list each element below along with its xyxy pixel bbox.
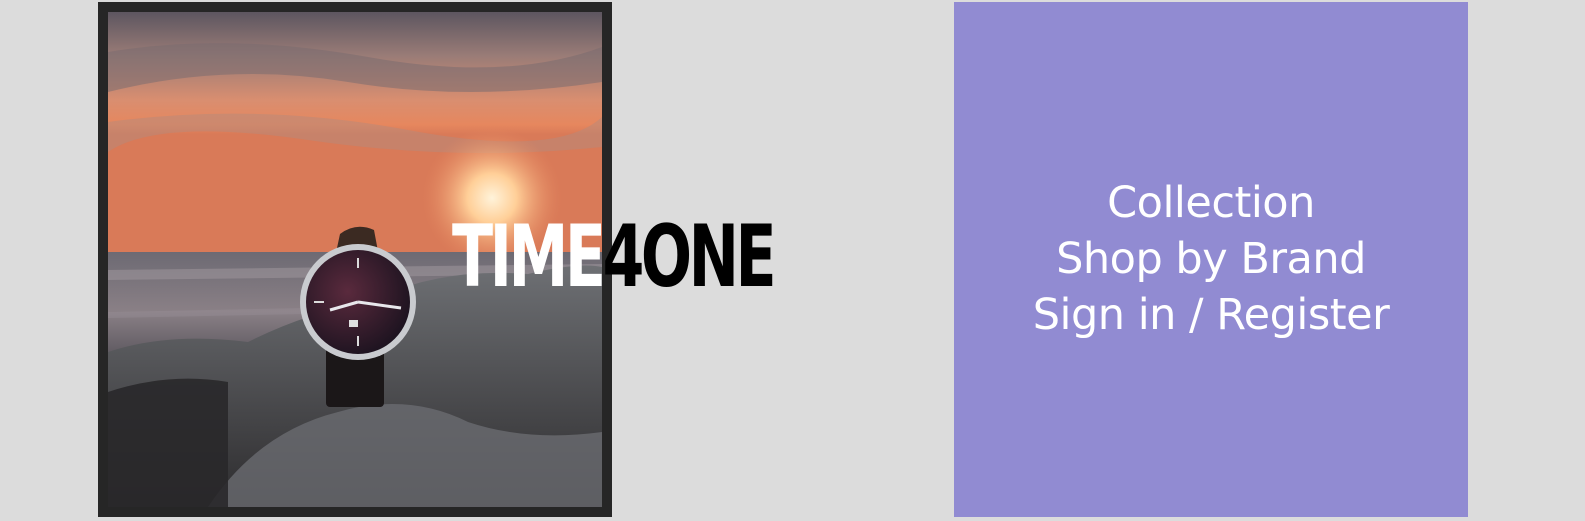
menu-item-sign-in-register[interactable]: Sign in / Register xyxy=(1033,287,1390,343)
page: TIME4ONE Collection Shop by Brand Sign i… xyxy=(0,0,1585,521)
brand-logo-part-white: TIME xyxy=(452,207,606,307)
brand-logo[interactable]: TIME4ONE xyxy=(452,212,777,302)
menu-item-collection[interactable]: Collection xyxy=(1033,175,1390,231)
brand-logo-part-black: 4ONE xyxy=(602,207,777,307)
menu-item-shop-by-brand[interactable]: Shop by Brand xyxy=(1033,231,1390,287)
nav-menu-list: Collection Shop by Brand Sign in / Regis… xyxy=(1033,175,1390,343)
nav-menu-panel: Collection Shop by Brand Sign in / Regis… xyxy=(954,2,1468,517)
